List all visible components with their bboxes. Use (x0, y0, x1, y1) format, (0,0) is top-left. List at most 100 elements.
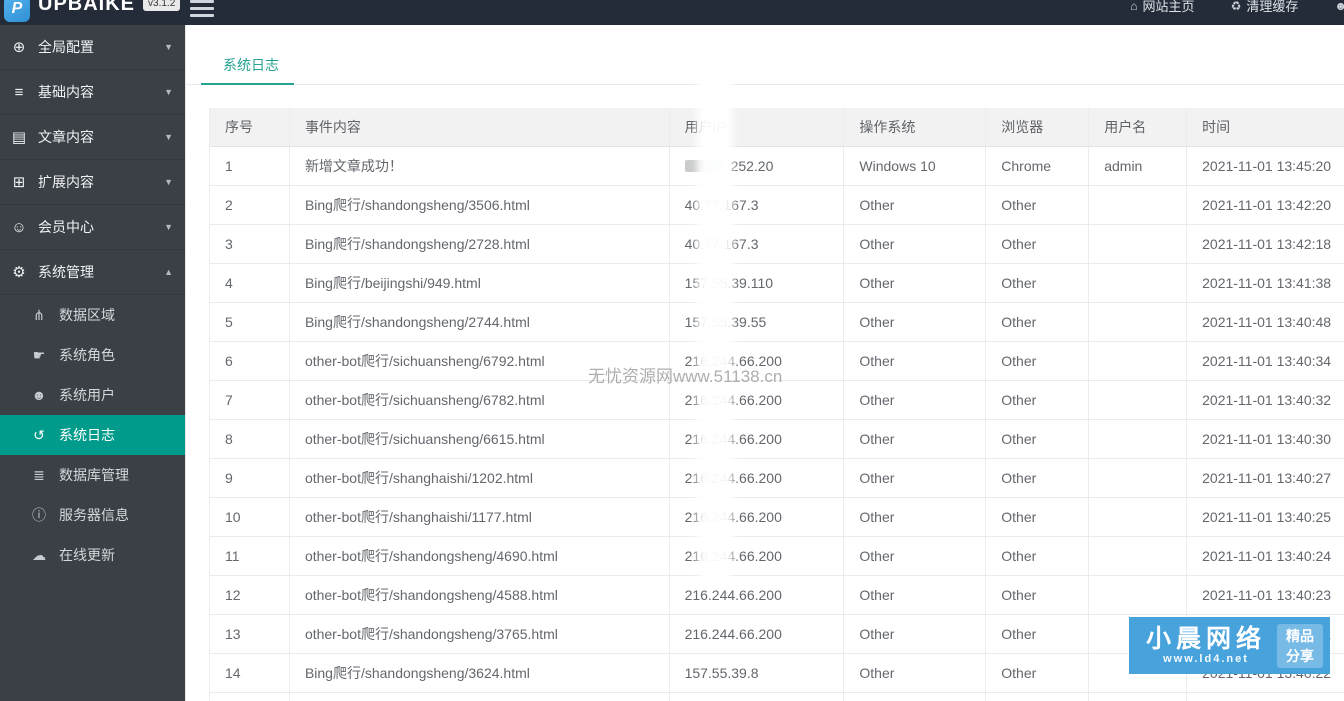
sidebar-subitem-server-info[interactable]: ⓘ 服务器信息 (0, 495, 185, 535)
cell-os: Other (844, 537, 987, 575)
cell-os: Other (844, 420, 987, 458)
topnav-item-site-home[interactable]: ⌂ 网站主页 (1130, 0, 1194, 15)
chevron-down-icon: ▼ (164, 87, 173, 97)
cell-user (1089, 342, 1188, 380)
table-row[interactable]: 5 Bing爬行/shandongsheng/2744.html 157.55.39… (210, 303, 1344, 342)
cell-id: 5 (210, 303, 290, 341)
cell-id: 9 (210, 459, 290, 497)
gear-icon: ⚙ (12, 264, 26, 281)
sidebar-item-label: 系统管理 (38, 264, 94, 280)
table-row[interactable]: 9 other-bot爬行/shanghaishi/1202.html 216.24… (210, 459, 1344, 498)
table-row[interactable]: 11 other-bot爬行/shandongsheng/4690.html 216… (210, 537, 1344, 576)
table-row[interactable]: 7 other-bot爬行/sichuansheng/6782.html 216.2… (210, 381, 1344, 420)
table-row[interactable]: 4 Bing爬行/beijingshi/949.html 157.55.39.110… (210, 264, 1344, 303)
cell-id: 14 (210, 654, 290, 692)
cell-time: 2021-11-01 13:40:32 (1187, 381, 1344, 419)
cell-os: Other (844, 381, 987, 419)
topnav-item-logout[interactable]: ☻退出 (1334, 0, 1344, 15)
cell-ip: 216.244.66.200 (670, 420, 845, 458)
cell-browser: Other (986, 381, 1090, 419)
cell-event: Bing爬行/shandongsheng/3506.html (290, 186, 670, 224)
sidebar-item-label: 基础内容 (38, 84, 94, 100)
sidebar-item-system-manage[interactable]: ⚙ 系统管理 ▲ (0, 250, 185, 295)
topnav-item-clear-cache[interactable]: ♻ 清理缓存 (1231, 0, 1299, 15)
cell-time: 2021-11-01 13:40:23 (1187, 576, 1344, 614)
cell-text: Other (1001, 548, 1037, 564)
cell-event: Bing爬行/beijingshi/949.html (290, 264, 670, 302)
cell-text: Other (859, 275, 895, 291)
cell-user (1089, 186, 1188, 224)
topbar: P UPBAIKE v3.1.2 ⌂ 网站主页 ♻ 清理缓存 ☻退出 (0, 0, 1344, 25)
cell-text: 40.77.167.3 (684, 236, 759, 252)
cell-text: Other (859, 314, 895, 330)
cell-text: Other (859, 392, 895, 408)
table-row[interactable]: 1 新增文章成功！ 252.20 Windows 10 Chrome admin 2021-… (210, 147, 1344, 186)
cell-text: 7 (225, 392, 233, 408)
table-row[interactable]: 3 Bing爬行/shandongsheng/2728.html 40.77.167… (210, 225, 1344, 264)
cell-time: 2021-11-01 13:42:18 (1187, 225, 1344, 263)
cell-time: 2021-11-01 13:40:30 (1187, 420, 1344, 458)
cell-os: Other (844, 225, 987, 263)
topnav-label: 网站主页 (1142, 0, 1195, 14)
cell-browser: Other (986, 654, 1090, 692)
cell-text: Other (1001, 353, 1037, 369)
column-header: 时间 (1202, 119, 1231, 135)
cell-text: Other (1001, 626, 1037, 642)
cell-text: 252.20 (730, 158, 774, 174)
menu-toggle-icon[interactable] (190, 0, 216, 21)
cell-browser: Other (986, 342, 1090, 380)
sidebar-subitem-system-role[interactable]: ☛ 系统角色 (0, 335, 185, 375)
system-log-table: 序号 事件内容 用户IP 操作系统 浏览器 用户名 时间 1 新增文章成功！ 252.20 Wind… (209, 108, 1344, 701)
cell-time: 2021-11-01 13:40:25 (1187, 498, 1344, 536)
sidebar-item-article-content[interactable]: ▤ 文章内容 ▼ (0, 115, 185, 160)
sidebar-subitem-label: 数据库管理 (59, 467, 129, 483)
sidebar-item-basic-content[interactable]: ≡ 基础内容 ▼ (0, 70, 185, 115)
cell-text: Other (1001, 509, 1037, 525)
cell-id: 13 (210, 615, 290, 653)
cell-text: 157.55.39.55 (684, 314, 767, 330)
table-row[interactable]: 12 other-bot爬行/shandongsheng/4588.html 216… (210, 576, 1344, 615)
sidebar-subitem-online-update[interactable]: ☁ 在线更新 (0, 535, 185, 575)
chevron-down-icon: ▼ (164, 42, 173, 52)
cell-id: 3 (210, 225, 290, 263)
cell-event: other-bot爬行/shandongsheng/3765.html (290, 615, 670, 653)
version-badge: v3.1.2 (143, 0, 181, 11)
cell-event: other-bot爬行/sichuansheng/6615.html (290, 420, 670, 458)
sidebar-item-member-center[interactable]: ☺ 会员中心 ▼ (0, 205, 185, 250)
sidebar-subitem-system-user[interactable]: ☻ 系统用户 (0, 375, 185, 415)
cell-text: 1 (225, 158, 233, 174)
cell-text: 2021-11-01 13:41:38 (1202, 275, 1332, 291)
cell-text: Bing爬行/beijingshi/949.html (304, 275, 481, 291)
sidebar-subitem-database-manage[interactable]: ≣ 数据库管理 (0, 455, 185, 495)
cell-browser: Other (986, 186, 1090, 224)
topnav: ⌂ 网站主页 ♻ 清理缓存 ☻退出 (1130, 0, 1344, 15)
sidebar-item-extend-content[interactable]: ⊞ 扩展内容 ▼ (0, 160, 185, 205)
cell-text: Other (859, 470, 895, 486)
table-row[interactable]: 10 other-bot爬行/shanghaishi/1177.html 216.2… (210, 498, 1344, 537)
cell-os: Other (844, 498, 987, 536)
tab-system-log[interactable]: 系统日志 (223, 55, 279, 75)
cell-text: other-bot爬行/sichuansheng/6782.html (304, 392, 545, 408)
table-row[interactable]: 8 other-bot爬行/sichuansheng/6615.html 216.2… (210, 420, 1344, 459)
cell-text: Other (1001, 236, 1037, 252)
brand[interactable]: P UPBAIKE v3.1.2 (4, 0, 181, 22)
cell-user (1089, 576, 1188, 614)
cell-text: 157.55.39.110 (684, 275, 774, 291)
ip-censor-bar (684, 160, 723, 172)
table-row[interactable]: 2 Bing爬行/shandongsheng/3506.html 40.77.167… (210, 186, 1344, 225)
main-content: 系统日志 序号 事件内容 用户IP 操作系统 浏览器 用户名 时间 1 新增文章成功！ 252.2… (185, 25, 1344, 701)
brand-name: UPBAIKE (38, 0, 136, 15)
cell-ip: 216.244.66.200 (670, 459, 845, 497)
table-row-partial (210, 693, 1344, 701)
cell-ip: 40.77.167.3 (670, 186, 845, 224)
sidebar-subitem-system-log[interactable]: ↺ 系统日志 (0, 415, 185, 455)
cell-text: 2021-11-01 13:45:20 (1202, 158, 1332, 174)
sidebar-subitem-data-region[interactable]: ⋔ 数据区域 (0, 295, 185, 335)
cell-os: Other (844, 459, 987, 497)
cell-text: 14 (225, 665, 241, 681)
cell-os: Other (844, 186, 987, 224)
cell-user (1089, 264, 1188, 302)
cell-user (1089, 459, 1188, 497)
table-row[interactable]: 6 other-bot爬行/sichuansheng/6792.html 216.2… (210, 342, 1344, 381)
sidebar-item-global-config[interactable]: ⊕ 全局配置 ▼ (0, 25, 185, 70)
